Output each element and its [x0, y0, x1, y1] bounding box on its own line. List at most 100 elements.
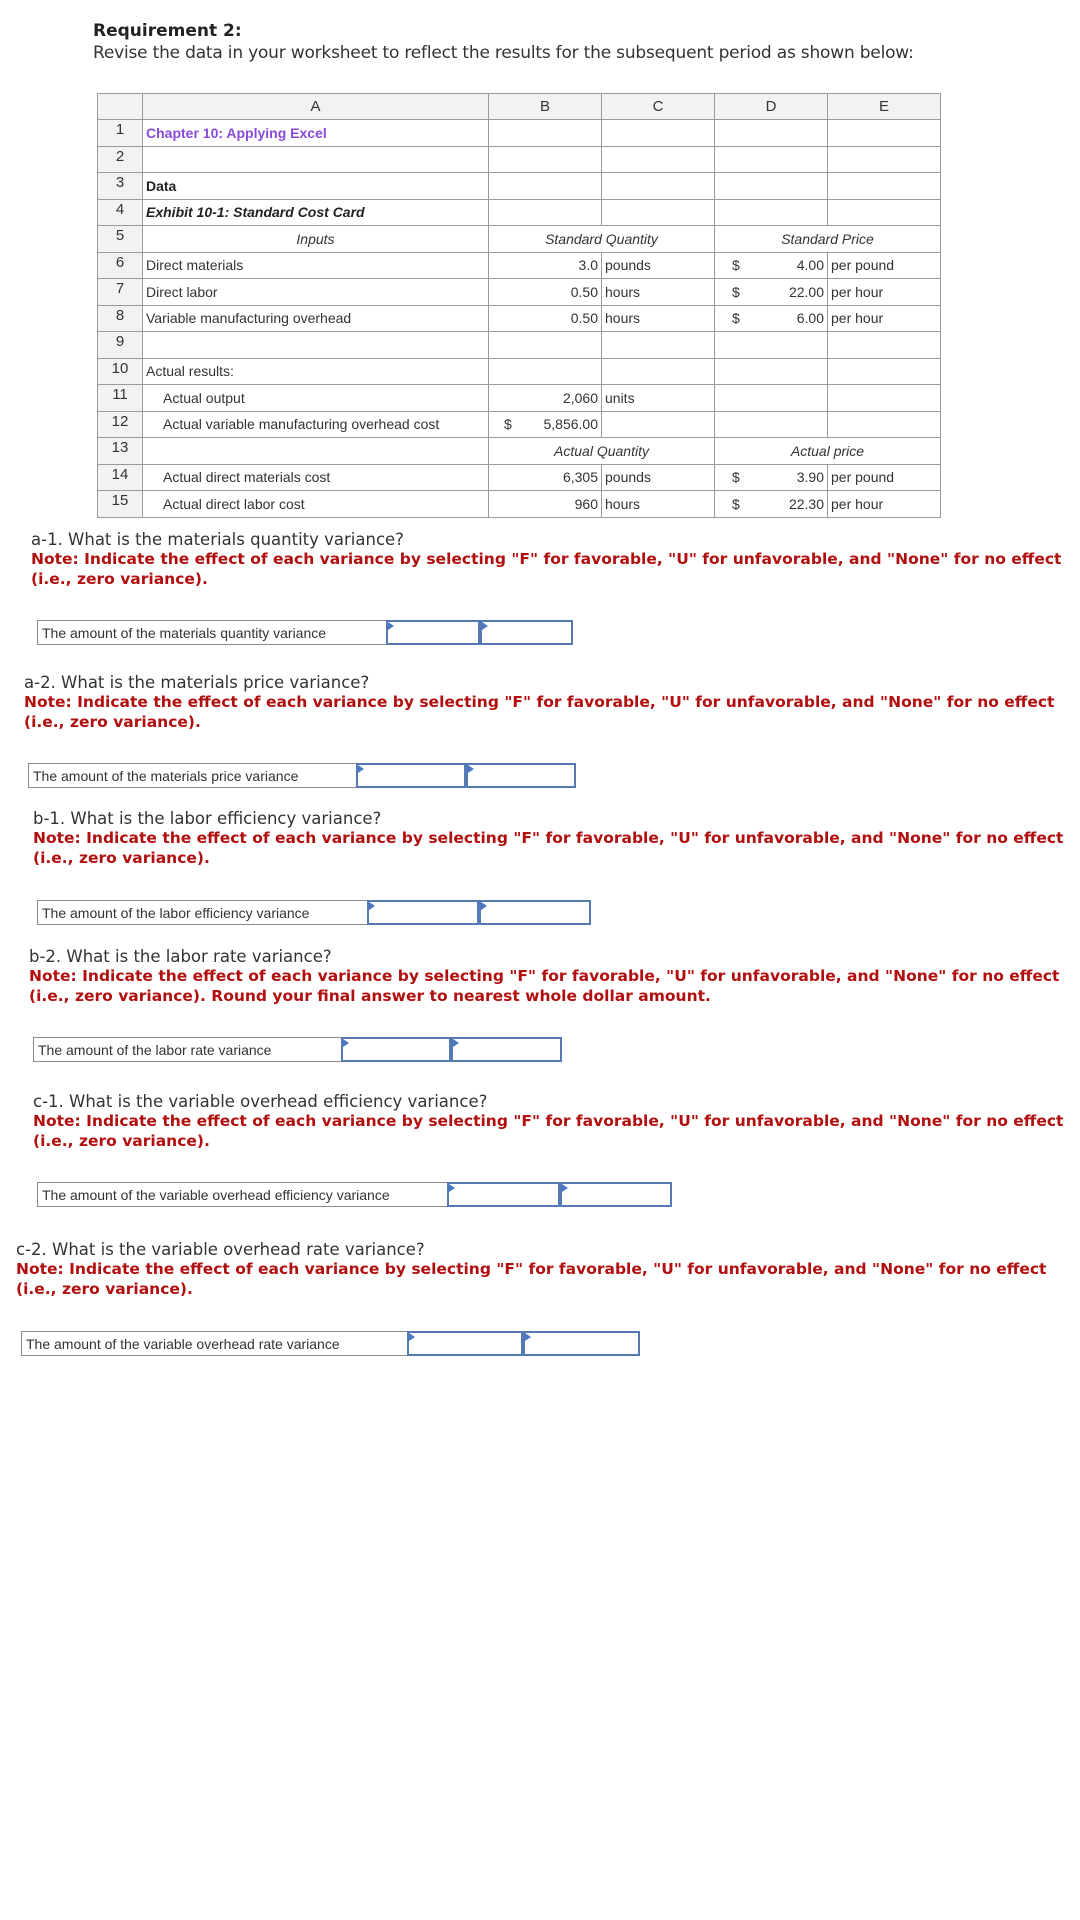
cell-a2 [142, 145, 489, 173]
answer-row-materials-quantity: The amount of the materials quantity var… [37, 620, 573, 645]
cell-b8: 0.50 [488, 304, 602, 332]
cell-c14: pounds [601, 463, 715, 491]
sheet-row: 1 Chapter 10: Applying Excel [97, 119, 941, 147]
input-flag-icon [388, 622, 394, 630]
input-flag-icon [481, 902, 487, 910]
question-title: a-1. What is the materials quantity vari… [31, 530, 404, 549]
corner-cell [97, 93, 143, 120]
question-note: Note: Indicate the effect of each varian… [33, 829, 1064, 867]
sheet-row: 3 Data [97, 172, 941, 200]
column-header-c: C [601, 93, 715, 120]
answer-label: The amount of the labor efficiency varia… [37, 900, 367, 925]
cell-b9 [488, 331, 602, 359]
cell-e2 [827, 145, 941, 173]
spreadsheet: A B C D E 1 Chapter 10: Applying Excel 2… [97, 93, 941, 518]
effect-select[interactable] [523, 1331, 640, 1356]
sheet-row: 7 Direct labor 0.50 hours $22.00 per hou… [97, 278, 941, 306]
cell-b5-standard-quantity-header: Standard Quantity [488, 225, 715, 253]
cell-d2 [714, 145, 828, 173]
cell-e3 [827, 172, 941, 200]
cell-b10 [488, 357, 602, 385]
cell-a13 [142, 437, 489, 465]
question-a2: a-2. What is the materials price varianc… [24, 673, 1064, 732]
value: 3.90 [796, 469, 824, 486]
row-number: 3 [97, 172, 143, 200]
row-number: 15 [97, 490, 143, 518]
cell-d3 [714, 172, 828, 200]
answer-label: The amount of the materials quantity var… [37, 620, 386, 645]
question-b1: b-1. What is the labor efficiency varian… [33, 809, 1073, 868]
input-flag-icon [453, 1039, 459, 1047]
effect-select[interactable] [480, 620, 573, 645]
cell-e10 [827, 357, 941, 385]
cell-d13-actual-price-header: Actual price [714, 437, 941, 465]
cell-b13-actual-quantity-header: Actual Quantity [488, 437, 715, 465]
cell-b4 [488, 198, 602, 226]
amount-input[interactable] [341, 1037, 451, 1062]
effect-select[interactable] [479, 900, 591, 925]
input-flag-icon [409, 1333, 415, 1341]
row-number: 5 [97, 225, 143, 253]
cell-a6: Direct materials [142, 251, 489, 279]
cell-b1 [488, 119, 602, 147]
currency-symbol: $ [732, 310, 740, 327]
cell-c6: pounds [601, 251, 715, 279]
row-number: 1 [97, 119, 143, 147]
question-title: a-2. What is the materials price varianc… [24, 673, 370, 692]
sheet-row: 11 Actual output 2,060 units [97, 384, 941, 412]
sheet-row: 2 [97, 145, 941, 173]
question-a1: a-1. What is the materials quantity vari… [31, 530, 1071, 589]
input-flag-icon [525, 1333, 531, 1341]
row-number: 9 [97, 331, 143, 359]
input-flag-icon [449, 1184, 455, 1192]
cell-a7: Direct labor [142, 278, 489, 306]
requirement-title: Requirement 2: [93, 21, 242, 41]
row-number: 13 [97, 437, 143, 465]
row-number: 11 [97, 384, 143, 412]
currency-symbol: $ [732, 257, 740, 274]
cell-d7: $22.00 [714, 278, 828, 306]
value: 4.00 [796, 257, 824, 274]
answer-row-variable-overhead-efficiency: The amount of the variable overhead effi… [37, 1182, 672, 1207]
effect-select[interactable] [466, 763, 576, 788]
cell-d6: $4.00 [714, 251, 828, 279]
amount-input[interactable] [407, 1331, 523, 1356]
amount-input[interactable] [356, 763, 466, 788]
effect-select[interactable] [451, 1037, 562, 1062]
cell-a5: Inputs [142, 225, 489, 253]
row-number: 8 [97, 304, 143, 332]
cell-d15: $22.30 [714, 490, 828, 518]
cell-b7: 0.50 [488, 278, 602, 306]
requirement-text: Revise the data in your worksheet to ref… [93, 43, 914, 63]
answer-label: The amount of the labor rate variance [33, 1037, 341, 1062]
question-title: c-1. What is the variable overhead effic… [33, 1092, 488, 1111]
cell-a1: Chapter 10: Applying Excel [142, 119, 489, 147]
answer-row-variable-overhead-rate: The amount of the variable overhead rate… [21, 1331, 640, 1356]
cell-b15: 960 [488, 490, 602, 518]
cell-e8: per hour [827, 304, 941, 332]
answer-row-labor-rate: The amount of the labor rate variance [33, 1037, 562, 1062]
input-flag-icon [358, 765, 364, 773]
cell-e15: per hour [827, 490, 941, 518]
amount-input[interactable] [386, 620, 480, 645]
question-b2: b-2. What is the labor rate variance? No… [29, 947, 1069, 1006]
effect-select[interactable] [560, 1182, 672, 1207]
column-header-d: D [714, 93, 828, 120]
input-flag-icon [369, 902, 375, 910]
row-number: 12 [97, 410, 143, 438]
amount-input[interactable] [367, 900, 479, 925]
cell-a15: Actual direct labor cost [142, 490, 489, 518]
sheet-row: 12 Actual variable manufacturing overhea… [97, 410, 941, 438]
currency-symbol: $ [732, 495, 740, 512]
row-number: 6 [97, 251, 143, 279]
cell-d1 [714, 119, 828, 147]
question-note: Note: Indicate the effect of each varian… [16, 1260, 1047, 1298]
input-flag-icon [343, 1039, 349, 1047]
input-flag-icon [468, 765, 474, 773]
amount-input[interactable] [447, 1182, 560, 1207]
question-c2: c-2. What is the variable overhead rate … [16, 1240, 1076, 1299]
row-number: 4 [97, 198, 143, 226]
cell-c15: hours [601, 490, 715, 518]
cell-d14: $3.90 [714, 463, 828, 491]
cell-a11: Actual output [142, 384, 489, 412]
